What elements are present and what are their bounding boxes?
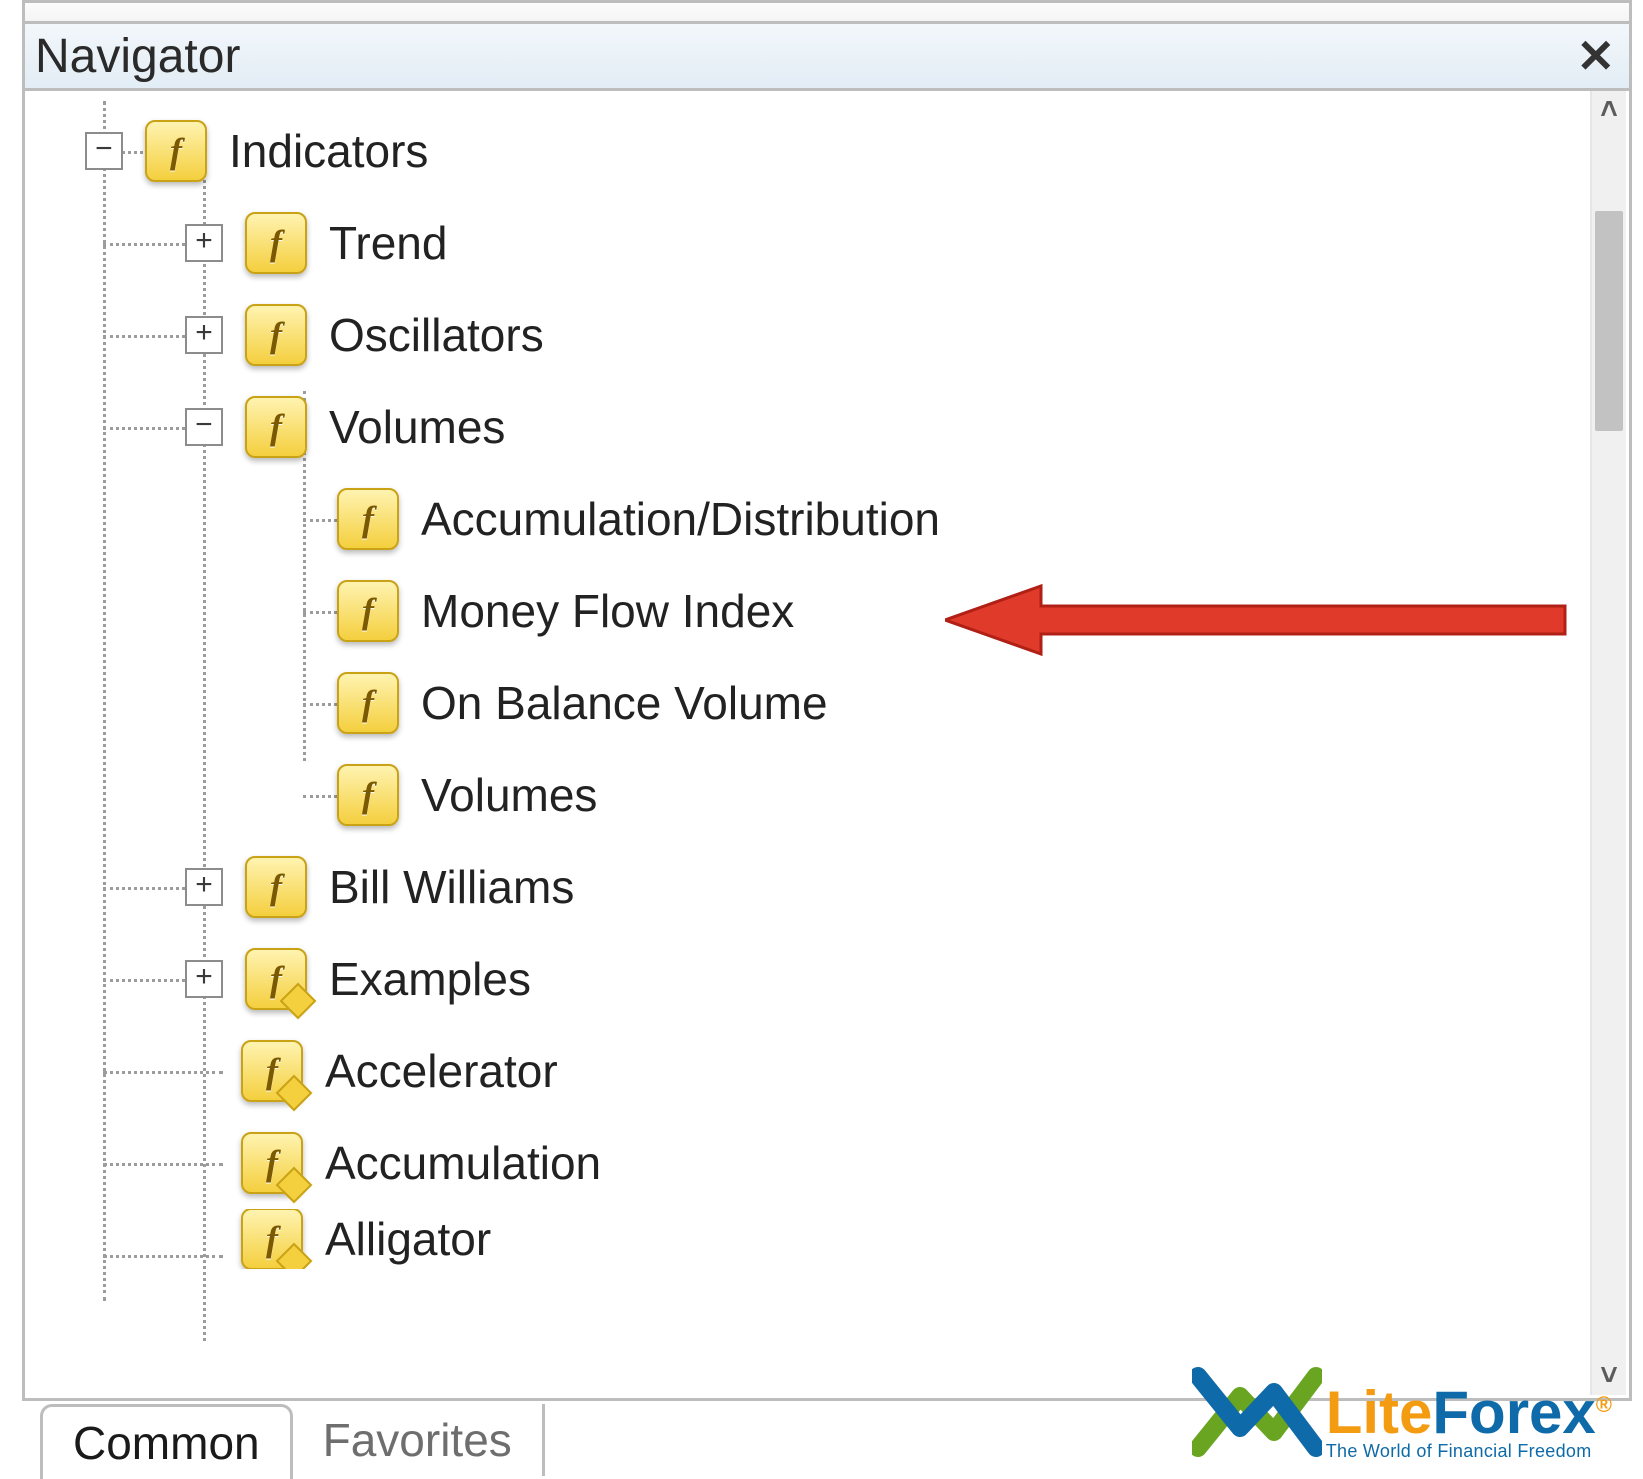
tree-item-label: Money Flow Index [421,584,794,638]
diamond-badge-icon [276,1167,313,1204]
collapse-icon[interactable]: − [85,132,123,170]
tree-item-trend[interactable]: + f Trend [25,197,1589,289]
scroll-up-icon[interactable]: ˄ [1592,91,1626,129]
tree-item-label: Examples [329,952,531,1006]
spacer [185,1054,219,1088]
tree-guide [103,887,185,890]
title-bar: Navigator ✕ [25,24,1629,91]
spacer [281,594,315,628]
expand-icon[interactable]: + [185,868,223,906]
tree-item-label: Accumulation [325,1136,601,1190]
folder-f-icon: f [241,1209,303,1269]
tree-guide [103,335,185,338]
tree-item-indicators[interactable]: − f Indicators [25,105,1589,197]
scrollbar[interactable]: ˄ ˅ [1590,91,1626,1395]
tree-item-label: Accumulation/Distribution [421,492,940,546]
diamond-badge-icon [280,983,317,1020]
collapse-icon[interactable]: − [185,408,223,446]
spacer [185,1222,219,1256]
tree-view: − f Indicators + f Trend + f Oscillators [25,91,1589,1398]
tree-guide [103,979,185,982]
tree-item-label: Indicators [229,124,428,178]
folder-f-icon: f [245,856,307,918]
tree-item-accumulation-distribution[interactable]: f Accumulation/Distribution [25,473,1589,565]
tree-item-accumulation[interactable]: f Accumulation [25,1117,1589,1209]
diamond-badge-icon [276,1243,313,1269]
folder-f-icon: f [337,488,399,550]
tree-guide [103,427,185,430]
tree-item-label: Volumes [329,400,505,454]
logo-mark-icon [1192,1362,1322,1462]
tree-item-label: Volumes [421,768,597,822]
liteforex-logo: LiteForex® The World of Financial Freedo… [1192,1362,1612,1462]
tree-item-label: Oscillators [329,308,544,362]
folder-f-icon: f [337,672,399,734]
tree-item-label: Bill Williams [329,860,574,914]
folder-f-icon: f [245,212,307,274]
tree-item-label: On Balance Volume [421,676,828,730]
folder-f-icon: f [337,580,399,642]
top-strip [22,0,1632,21]
tree-item-volumes-leaf[interactable]: f Volumes [25,749,1589,841]
tree-item-alligator[interactable]: f Alligator [25,1209,1589,1269]
tree-item-money-flow-index[interactable]: f Money Flow Index [25,565,1589,657]
diamond-badge-icon [276,1075,313,1112]
tab-favorites[interactable]: Favorites [293,1404,545,1476]
logo-registered: ® [1596,1392,1612,1417]
logo-prefix: Lite [1326,1379,1433,1446]
tree-item-on-balance-volume[interactable]: f On Balance Volume [25,657,1589,749]
tree-item-oscillators[interactable]: + f Oscillators [25,289,1589,381]
navigator-panel: Navigator ✕ ˄ ˅ − f Indicators [22,21,1632,1401]
tree-item-label: Alligator [325,1212,491,1266]
folder-f-icon: f [245,948,307,1010]
logo-text: LiteForex® The World of Financial Freedo… [1326,1383,1612,1462]
spacer [281,686,315,720]
tree-item-examples[interactable]: + f Examples [25,933,1589,1025]
navigator-panel-container: Navigator ✕ ˄ ˅ − f Indicators [22,0,1632,1476]
spacer [185,1146,219,1180]
folder-f-icon: f [245,304,307,366]
tree-item-label: Accelerator [325,1044,558,1098]
logo-suffix: Forex [1432,1379,1595,1446]
folder-f-icon: f [145,120,207,182]
tab-common[interactable]: Common [40,1404,293,1479]
folder-f-icon: f [241,1132,303,1194]
spacer [281,502,315,536]
scroll-thumb[interactable] [1595,211,1623,431]
folder-f-icon: f [245,396,307,458]
tree-item-label: Trend [329,216,447,270]
expand-icon[interactable]: + [185,224,223,262]
tree-guide [103,243,185,246]
tree-item-volumes[interactable]: − f Volumes [25,381,1589,473]
tree-item-bill-williams[interactable]: + f Bill Williams [25,841,1589,933]
expand-icon[interactable]: + [185,960,223,998]
folder-f-icon: f [337,764,399,826]
close-icon[interactable]: ✕ [1576,33,1615,79]
folder-f-icon: f [241,1040,303,1102]
spacer [281,778,315,812]
expand-icon[interactable]: + [185,316,223,354]
tree-item-accelerator[interactable]: f Accelerator [25,1025,1589,1117]
panel-title: Navigator [35,29,240,84]
logo-tagline: The World of Financial Freedom [1326,1441,1612,1462]
